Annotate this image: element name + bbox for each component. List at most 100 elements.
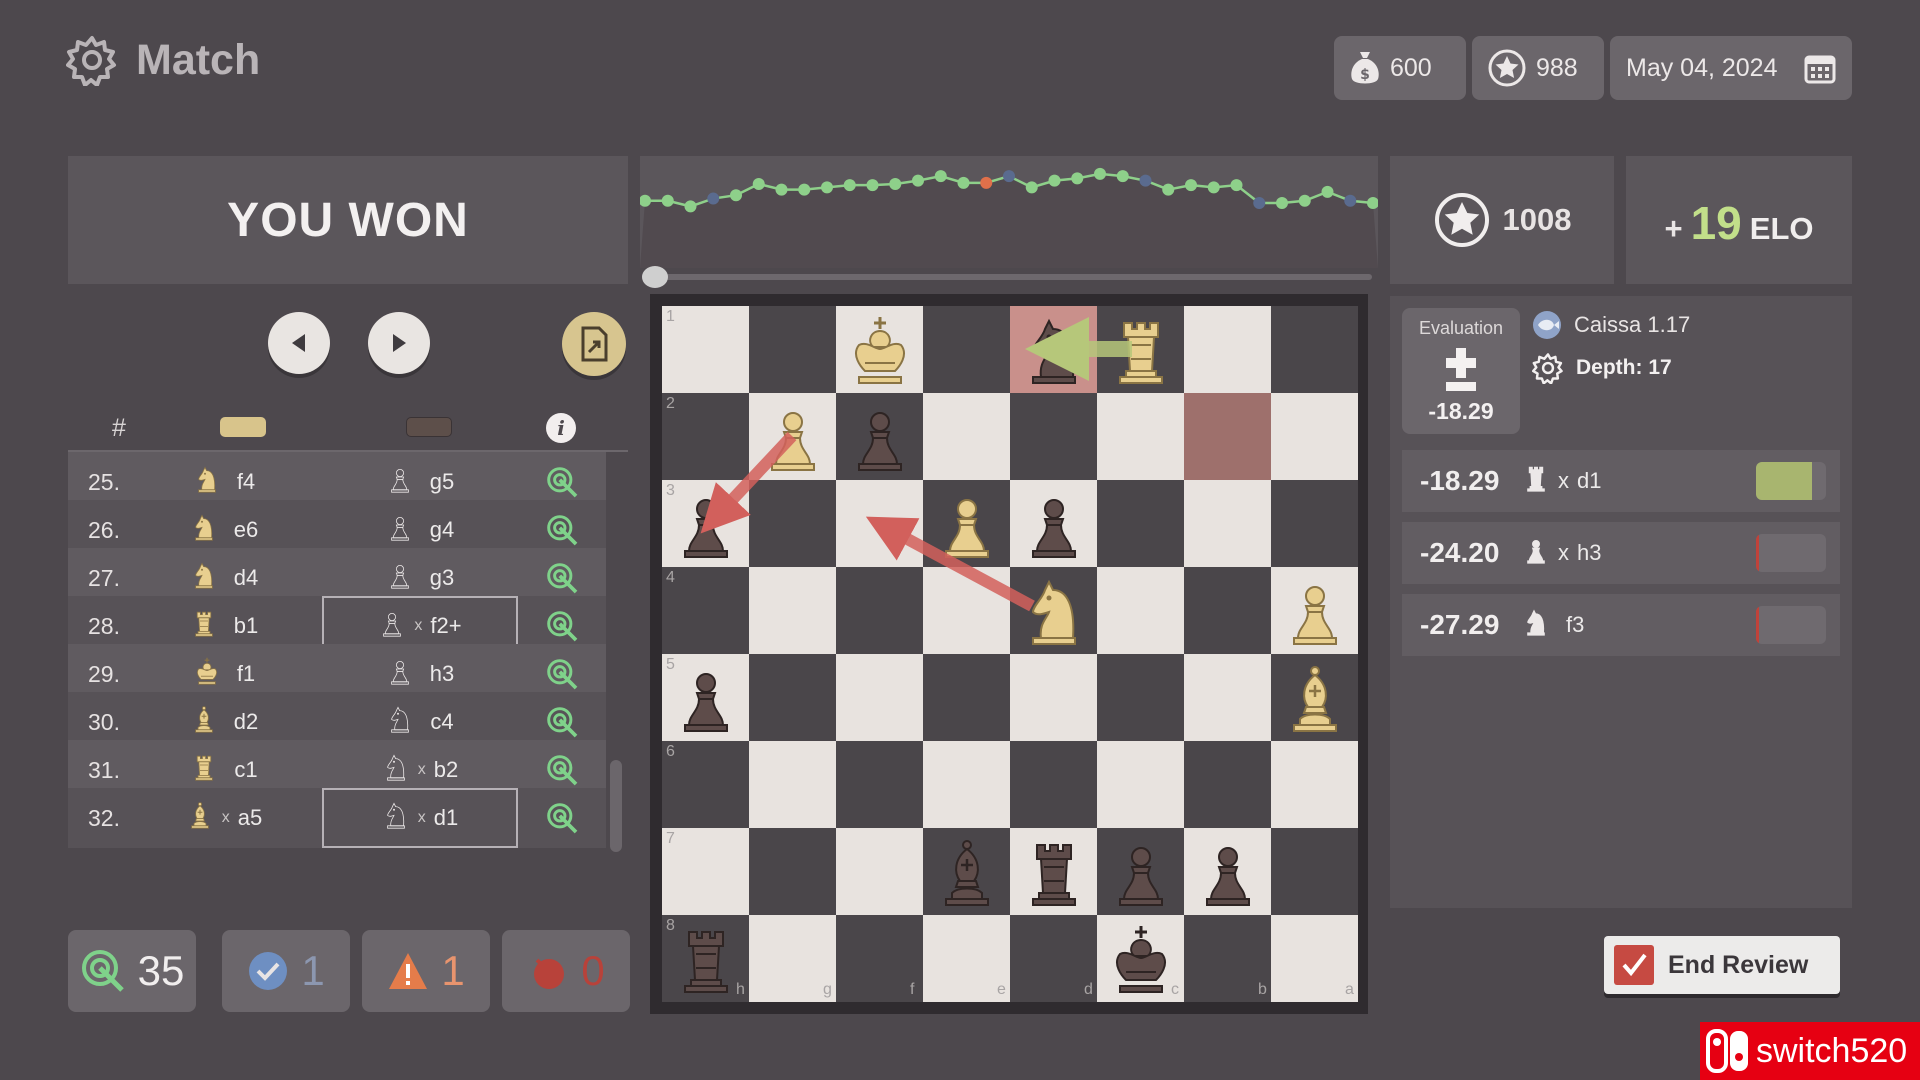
board-square[interactable] (749, 828, 836, 915)
board-square[interactable] (749, 654, 836, 741)
graph-point[interactable] (1094, 167, 1106, 180)
graph-point[interactable] (1003, 170, 1015, 183)
board-square[interactable] (836, 480, 923, 567)
graph-point[interactable] (1048, 174, 1061, 187)
board-square[interactable] (1010, 654, 1097, 741)
board-square[interactable] (836, 654, 923, 741)
board-square[interactable] (662, 567, 749, 654)
graph-point[interactable] (821, 181, 833, 194)
graph-point[interactable] (1207, 181, 1220, 194)
board-square[interactable] (923, 393, 1010, 480)
date-chip[interactable]: May 04, 2024 (1610, 36, 1852, 100)
black-rook-piece[interactable] (1010, 828, 1097, 915)
board-square[interactable] (1271, 306, 1358, 393)
board-square[interactable] (1271, 393, 1358, 480)
black-pawn-piece[interactable] (662, 654, 749, 741)
black-bishop-piece[interactable] (923, 828, 1010, 915)
graph-point[interactable] (1230, 179, 1243, 192)
board-square[interactable] (923, 654, 1010, 741)
previous-move-button[interactable] (268, 312, 330, 374)
chessboard[interactable]: 12345678hgfedcba (662, 306, 1358, 1002)
board-square[interactable] (1097, 393, 1184, 480)
black-pawn-piece[interactable] (1184, 828, 1271, 915)
analysis-icon[interactable] (518, 788, 606, 848)
graph-point[interactable] (957, 176, 970, 189)
board-square[interactable] (923, 741, 1010, 828)
board-square[interactable] (1184, 654, 1271, 741)
end-review-button[interactable]: End Review (1604, 936, 1840, 994)
board-square[interactable] (1184, 306, 1271, 393)
graph-point[interactable] (775, 183, 788, 196)
engine-line[interactable]: -24.20 x h3 (1402, 522, 1840, 584)
graph-point[interactable] (707, 192, 720, 205)
evaluation-graph[interactable] (639, 156, 1379, 268)
white-knight-piece[interactable] (1010, 567, 1097, 654)
graph-point[interactable] (1344, 194, 1357, 207)
graph-point[interactable] (1116, 170, 1129, 183)
graph-point[interactable] (1298, 194, 1311, 207)
graph-point[interactable] (889, 178, 902, 190)
graph-point[interactable] (1139, 174, 1152, 187)
board-square[interactable] (923, 306, 1010, 393)
board-square[interactable] (662, 741, 749, 828)
graph-point[interactable] (1321, 185, 1334, 198)
black-pawn-piece[interactable] (1010, 480, 1097, 567)
black-move[interactable]: x d1 (322, 788, 518, 848)
timeline-slider-track[interactable] (654, 274, 1372, 280)
graph-point[interactable] (866, 179, 879, 192)
white-bishop-piece[interactable] (1271, 654, 1358, 741)
graph-point[interactable] (843, 179, 856, 192)
board-square[interactable] (1097, 567, 1184, 654)
graph-point[interactable] (980, 176, 993, 189)
graph-point[interactable] (661, 194, 674, 207)
black-pawn-piece[interactable] (662, 480, 749, 567)
graph-point[interactable] (752, 178, 765, 190)
board-square[interactable] (836, 567, 923, 654)
board-square[interactable] (1097, 654, 1184, 741)
black-pawn-piece[interactable] (836, 393, 923, 480)
board-square[interactable] (1184, 741, 1271, 828)
graph-point[interactable] (1185, 179, 1197, 192)
black-pawn-piece[interactable] (1097, 828, 1184, 915)
board-square[interactable] (662, 828, 749, 915)
white-rook-piece[interactable] (1097, 306, 1184, 393)
move-list[interactable]: 25. f4 g5 26. e6 g4 27. d4 g3 28. b1 x f… (68, 452, 606, 916)
board-square[interactable] (1271, 741, 1358, 828)
white-move[interactable]: x a5 (126, 788, 322, 848)
board-square[interactable] (1271, 828, 1358, 915)
board-square[interactable] (923, 567, 1010, 654)
gear-icon[interactable] (66, 34, 118, 86)
white-king-piece[interactable] (836, 306, 923, 393)
board-square[interactable] (662, 393, 749, 480)
white-pawn-piece[interactable] (749, 393, 836, 480)
board-square[interactable] (1184, 567, 1271, 654)
board-square[interactable] (1010, 393, 1097, 480)
board-square[interactable] (1010, 741, 1097, 828)
graph-point[interactable] (1071, 172, 1084, 185)
next-move-button[interactable] (368, 312, 430, 374)
graph-point[interactable] (1253, 197, 1266, 210)
graph-point[interactable] (1162, 183, 1175, 196)
board-square[interactable] (749, 306, 836, 393)
graph-point[interactable] (798, 183, 811, 196)
graph-point[interactable] (730, 189, 742, 202)
black-knight-piece[interactable] (1010, 306, 1097, 393)
black-king-piece[interactable] (1097, 915, 1184, 1002)
board-square[interactable] (836, 828, 923, 915)
info-icon[interactable]: i (546, 413, 576, 443)
board-square[interactable] (749, 741, 836, 828)
board-square[interactable] (662, 306, 749, 393)
white-pawn-piece[interactable] (1271, 567, 1358, 654)
graph-point[interactable] (912, 174, 924, 187)
engine-line[interactable]: -18.29 x d1 (1402, 450, 1840, 512)
engine-line[interactable]: -27.29 f3 (1402, 594, 1840, 656)
export-pgn-button[interactable] (562, 312, 626, 376)
board-square[interactable] (749, 567, 836, 654)
board-square[interactable] (749, 480, 836, 567)
graph-point[interactable] (1276, 197, 1288, 210)
board-square[interactable] (1184, 480, 1271, 567)
move-row[interactable]: 32. x a5 x d1 (68, 788, 606, 848)
board-square[interactable] (1097, 480, 1184, 567)
board-square[interactable] (1184, 393, 1271, 480)
white-pawn-piece[interactable] (923, 480, 1010, 567)
